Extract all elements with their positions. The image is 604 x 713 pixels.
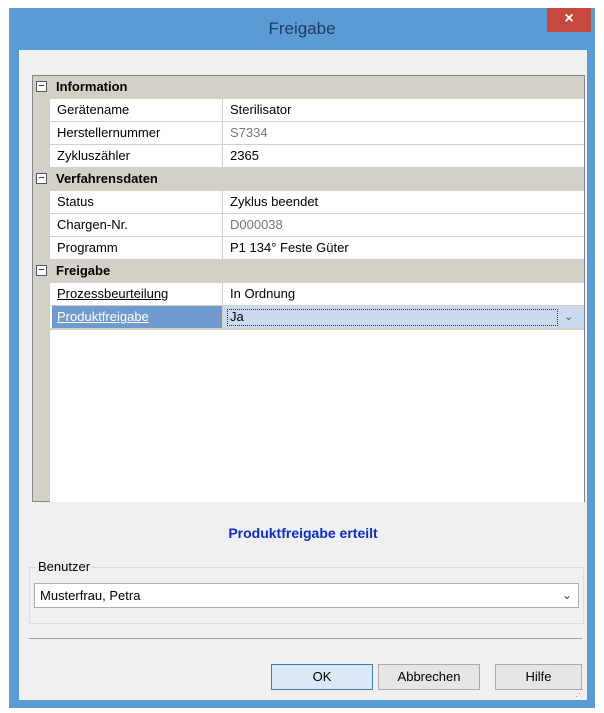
ok-button[interactable]: OK <box>271 664 373 690</box>
freigabe-dialog: Freigabe × − Information Gerätename Ster… <box>9 8 595 708</box>
property-value: In Ordnung <box>223 283 584 305</box>
user-combobox[interactable]: Musterfrau, Petra ⌄ <box>34 583 579 608</box>
cancel-button[interactable]: Abbrechen <box>378 664 480 690</box>
focus-rect <box>227 309 558 326</box>
status-message: Produktfreigabe erteilt <box>228 525 378 541</box>
chevron-down-icon[interactable]: ⌄ <box>562 584 572 607</box>
property-name: Gerätename <box>52 99 223 121</box>
property-name: Chargen-Nr. <box>52 214 223 236</box>
separator <box>29 638 582 639</box>
property-name: Prozessbeurteilung <box>52 283 223 305</box>
user-groupbox: Benutzer Musterfrau, Petra ⌄ <box>29 559 584 624</box>
property-row-herstellernummer[interactable]: Herstellernummer S7334 <box>33 122 584 145</box>
category-label: Information <box>56 79 128 94</box>
property-row-chargen-nr[interactable]: Chargen-Nr. D000038 <box>33 214 584 237</box>
collapse-icon[interactable]: − <box>36 81 47 92</box>
property-row-zykluszaehler[interactable]: Zykluszähler 2365 <box>33 145 584 168</box>
window-title: Freigabe <box>268 19 336 38</box>
property-value: Sterilisator <box>223 99 584 121</box>
category-freigabe: − Freigabe <box>33 260 584 283</box>
category-verfahrensdaten: − Verfahrensdaten <box>33 168 584 191</box>
property-row-geraetename[interactable]: Gerätename Sterilisator <box>33 99 584 122</box>
chevron-down-icon[interactable]: ⌄ <box>564 306 578 328</box>
help-button[interactable]: Hilfe <box>495 664 582 690</box>
category-label: Verfahrensdaten <box>56 171 158 186</box>
property-row-programm[interactable]: Programm P1 134° Feste Güter <box>33 237 584 260</box>
property-value: D000038 <box>223 214 584 236</box>
close-button[interactable]: × <box>547 8 591 32</box>
property-value: P1 134° Feste Güter <box>223 237 584 259</box>
property-value: Zyklus beendet <box>223 191 584 213</box>
property-name: Zykluszähler <box>52 145 223 167</box>
group-legend: Benutzer <box>36 559 93 574</box>
title-bar: Freigabe × <box>9 8 595 50</box>
property-value: 2365 <box>223 145 584 167</box>
property-row-status[interactable]: Status Zyklus beendet <box>33 191 584 214</box>
property-value: S7334 <box>223 122 584 144</box>
collapse-icon[interactable]: − <box>36 265 47 276</box>
property-row-produktfreigabe[interactable]: Produktfreigabe Ja ⌄ <box>33 306 584 329</box>
combo-value: Musterfrau, Petra <box>40 588 141 603</box>
dialog-client-area: − Information Gerätename Sterilisator He… <box>19 50 587 700</box>
collapse-icon[interactable]: − <box>36 173 47 184</box>
resize-grip-icon[interactable]: ⋰ <box>575 688 585 698</box>
property-name: Produktfreigabe <box>52 306 223 328</box>
grid-empty-area <box>50 329 584 502</box>
produktfreigabe-dropdown[interactable]: Ja ⌄ <box>223 306 584 328</box>
property-name: Status <box>52 191 223 213</box>
category-label: Freigabe <box>56 263 111 278</box>
property-name: Herstellernummer <box>52 122 223 144</box>
property-grid: − Information Gerätename Sterilisator He… <box>32 75 585 502</box>
property-row-prozessbeurteilung[interactable]: Prozessbeurteilung In Ordnung <box>33 283 584 306</box>
property-name: Programm <box>52 237 223 259</box>
category-information: − Information <box>33 76 584 99</box>
